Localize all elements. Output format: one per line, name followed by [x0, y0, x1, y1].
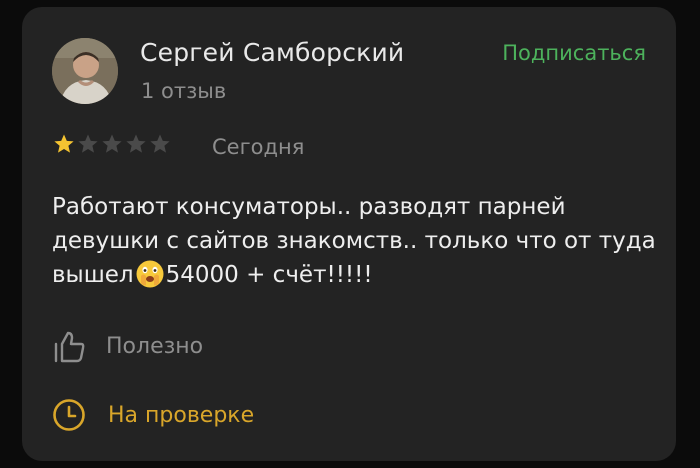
- review-date: Сегодня: [212, 135, 305, 159]
- review-text-part-2: 54000 + счёт!!!!!: [165, 262, 373, 288]
- star-empty-icon: [78, 134, 98, 153]
- moderation-status: На проверке: [52, 398, 254, 432]
- author-name[interactable]: Сергей Самборский: [140, 38, 404, 67]
- status-label: На проверке: [108, 402, 255, 428]
- avatar[interactable]: [52, 38, 118, 104]
- user-photo-icon: [52, 38, 118, 104]
- thumbs-up-icon: [54, 331, 85, 363]
- clock-icon: [53, 399, 85, 431]
- star-empty-icon: [102, 134, 122, 153]
- face-with-hand-over-mouth-icon: [135, 259, 165, 289]
- star-empty-icon: [150, 134, 170, 153]
- useful-label: Полезно: [106, 333, 204, 359]
- review-text: Работают консуматоры.. разводят парней д…: [52, 190, 662, 292]
- star-empty-icon: [126, 134, 146, 153]
- subscribe-button[interactable]: Подписаться: [502, 41, 646, 65]
- review-card: Сергей Самборский 1 отзыв Подписаться Се…: [22, 7, 676, 461]
- star-filled-icon: [54, 134, 74, 153]
- author-review-count: 1 отзыв: [141, 79, 227, 103]
- useful-button[interactable]: Полезно: [52, 329, 203, 363]
- star-rating: [52, 132, 172, 156]
